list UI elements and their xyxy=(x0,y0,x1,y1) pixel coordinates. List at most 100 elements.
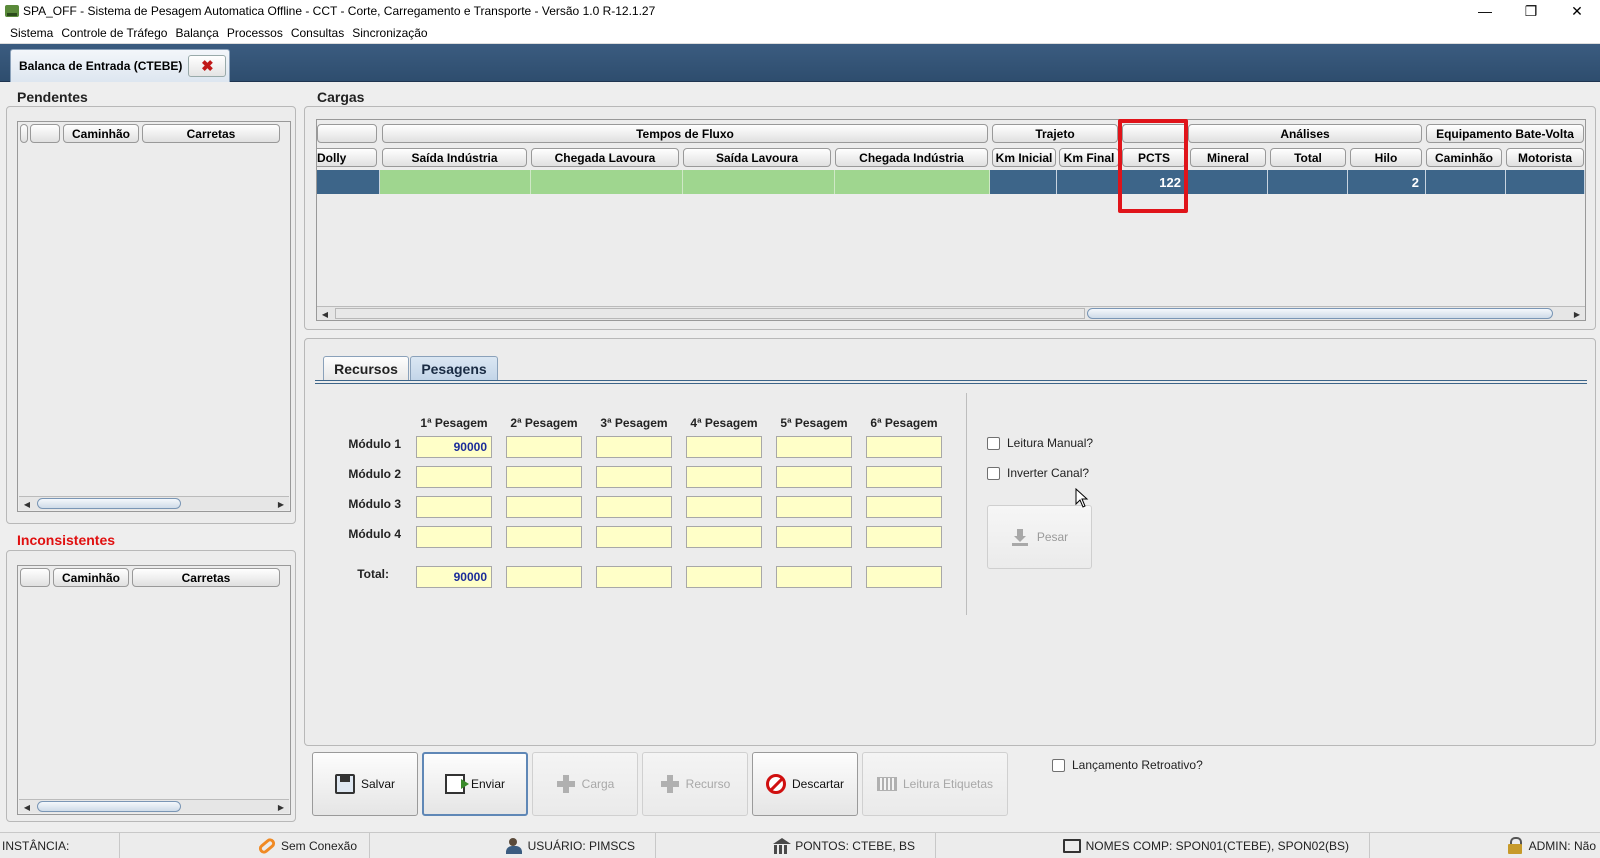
pendentes-col-stub[interactable] xyxy=(20,124,28,143)
scroll-right-icon[interactable]: ▶ xyxy=(275,498,287,510)
modulo4-pesagem5-input[interactable] xyxy=(776,526,852,548)
col-total[interactable]: Total xyxy=(1270,148,1346,167)
cell-caminhao[interactable] xyxy=(1426,170,1506,194)
modulo4-pesagem4-input[interactable] xyxy=(686,526,762,548)
scroll-left-icon[interactable]: ◀ xyxy=(21,498,33,510)
modulo3-pesagem3-input[interactable] xyxy=(596,496,672,518)
pendentes-col-empty[interactable] xyxy=(30,124,60,143)
carga-button[interactable]: Carga xyxy=(532,752,638,816)
inconsistentes-col-caminhao[interactable]: Caminhão xyxy=(53,568,129,587)
modulo3-pesagem5-input[interactable] xyxy=(776,496,852,518)
modulo3-pesagem6-input[interactable] xyxy=(866,496,942,518)
col-saida-industria[interactable]: Saída Indústria xyxy=(382,148,527,167)
col-dolly[interactable]: Dolly xyxy=(317,148,377,167)
modulo1-pesagem2-input[interactable] xyxy=(506,436,582,458)
scroll-thumb[interactable] xyxy=(37,801,181,812)
col-chegada-industria[interactable]: Chegada Indústria xyxy=(835,148,988,167)
leitura-manual-checkbox-row[interactable]: Leitura Manual? xyxy=(987,436,1093,450)
cell-km-final[interactable] xyxy=(1057,170,1122,194)
menu-controle-trafego[interactable]: Controle de Tráfego xyxy=(57,26,171,40)
enviar-button[interactable]: Enviar xyxy=(422,752,528,816)
close-window-button[interactable]: ✕ xyxy=(1554,0,1600,22)
modulo1-pesagem6-input[interactable] xyxy=(866,436,942,458)
scroll-track[interactable] xyxy=(335,308,1085,319)
cell-saida-lavoura[interactable] xyxy=(683,170,835,194)
total-pesagem2-input[interactable] xyxy=(506,566,582,588)
menu-sistema[interactable]: Sistema xyxy=(6,26,57,40)
total-pesagem5-input[interactable] xyxy=(776,566,852,588)
cell-saida-industria[interactable] xyxy=(380,170,531,194)
pendentes-col-caminhao[interactable]: Caminhão xyxy=(63,124,139,143)
maximize-button[interactable]: ❐ xyxy=(1508,0,1554,22)
cell-chegada-lavoura[interactable] xyxy=(531,170,683,194)
scroll-thumb[interactable] xyxy=(1087,308,1553,319)
cell-motorista[interactable] xyxy=(1506,170,1585,194)
col-chegada-lavoura[interactable]: Chegada Lavoura xyxy=(531,148,679,167)
modulo2-pesagem3-input[interactable] xyxy=(596,466,672,488)
col-saida-lavoura[interactable]: Saída Lavoura xyxy=(683,148,831,167)
group-hdr-analises[interactable]: Análises xyxy=(1188,124,1422,143)
modulo3-pesagem2-input[interactable] xyxy=(506,496,582,518)
col-hilo[interactable]: Hilo xyxy=(1350,148,1422,167)
tab-recursos[interactable]: Recursos xyxy=(323,356,409,380)
menu-balanca[interactable]: Balança xyxy=(171,26,222,40)
salvar-button[interactable]: Salvar xyxy=(312,752,418,816)
col-km-inicial[interactable]: Km Inicial xyxy=(992,148,1056,167)
pendentes-col-carretas[interactable]: Carretas xyxy=(142,124,280,143)
leitura-etiquetas-button[interactable]: Leitura Etiquetas xyxy=(862,752,1008,816)
leitura-manual-checkbox[interactable] xyxy=(987,436,1000,450)
modulo1-pesagem4-input[interactable] xyxy=(686,436,762,458)
total-pesagem3-input[interactable] xyxy=(596,566,672,588)
modulo3-pesagem4-input[interactable] xyxy=(686,496,762,518)
inconsistentes-col-carretas[interactable]: Carretas xyxy=(132,568,280,587)
modulo2-pesagem4-input[interactable] xyxy=(686,466,762,488)
close-tab-icon[interactable]: ✖ xyxy=(188,55,227,77)
modulo2-pesagem5-input[interactable] xyxy=(776,466,852,488)
modulo2-pesagem2-input[interactable] xyxy=(506,466,582,488)
total-pesagem1-input[interactable]: 90000 xyxy=(416,566,492,588)
col-km-final[interactable]: Km Final xyxy=(1059,148,1119,167)
col-caminhao[interactable]: Caminhão xyxy=(1426,148,1502,167)
inverter-canal-checkbox-row[interactable]: Inverter Canal? xyxy=(987,466,1089,480)
scroll-right-icon[interactable]: ▶ xyxy=(275,801,287,813)
col-mineral[interactable]: Mineral xyxy=(1190,148,1266,167)
cell-dolly[interactable] xyxy=(317,170,380,194)
cell-total[interactable] xyxy=(1268,170,1348,194)
inverter-canal-checkbox[interactable] xyxy=(987,466,1000,480)
modulo3-pesagem1-input[interactable] xyxy=(416,496,492,518)
group-hdr-empty[interactable] xyxy=(317,124,377,143)
group-hdr-equipamento[interactable]: Equipamento Bate-Volta xyxy=(1426,124,1584,143)
scroll-thumb[interactable] xyxy=(37,498,181,509)
inconsistentes-col-empty[interactable] xyxy=(20,568,50,587)
modulo1-pesagem1-input[interactable]: 90000 xyxy=(416,436,492,458)
minimize-button[interactable]: — xyxy=(1462,0,1508,22)
scroll-right-icon[interactable]: ▶ xyxy=(1571,308,1583,320)
tab-pesagens[interactable]: Pesagens xyxy=(410,356,498,380)
modulo4-pesagem3-input[interactable] xyxy=(596,526,672,548)
inconsistentes-hscrollbar[interactable]: ◀ ▶ xyxy=(19,799,289,813)
menu-processos[interactable]: Processos xyxy=(223,26,287,40)
scroll-left-icon[interactable]: ◀ xyxy=(21,801,33,813)
cargas-hscrollbar[interactable]: ◀ ▶ xyxy=(317,306,1585,320)
recurso-button[interactable]: Recurso xyxy=(642,752,748,816)
total-pesagem4-input[interactable] xyxy=(686,566,762,588)
col-motorista[interactable]: Motorista xyxy=(1506,148,1584,167)
pesar-button[interactable]: Pesar xyxy=(987,505,1092,569)
descartar-button[interactable]: Descartar xyxy=(752,752,858,816)
cell-mineral[interactable] xyxy=(1188,170,1268,194)
tab-balanca-entrada[interactable]: Balanca de Entrada (CTEBE) ✖ xyxy=(10,49,230,82)
pendentes-hscrollbar[interactable]: ◀ ▶ xyxy=(19,496,289,510)
cell-km-inicial[interactable] xyxy=(990,170,1057,194)
menu-sincronizacao[interactable]: Sincronização xyxy=(348,26,431,40)
modulo4-pesagem1-input[interactable] xyxy=(416,526,492,548)
table-row[interactable]: 122 2 xyxy=(317,170,1585,194)
total-pesagem6-input[interactable] xyxy=(866,566,942,588)
cell-chegada-industria[interactable] xyxy=(835,170,990,194)
group-hdr-trajeto[interactable]: Trajeto xyxy=(992,124,1118,143)
modulo4-pesagem6-input[interactable] xyxy=(866,526,942,548)
modulo1-pesagem5-input[interactable] xyxy=(776,436,852,458)
lancamento-retroativo-checkbox-row[interactable]: Lançamento Retroativo? xyxy=(1052,758,1203,772)
menu-consultas[interactable]: Consultas xyxy=(287,26,348,40)
modulo1-pesagem3-input[interactable] xyxy=(596,436,672,458)
scroll-left-icon[interactable]: ◀ xyxy=(319,308,331,320)
